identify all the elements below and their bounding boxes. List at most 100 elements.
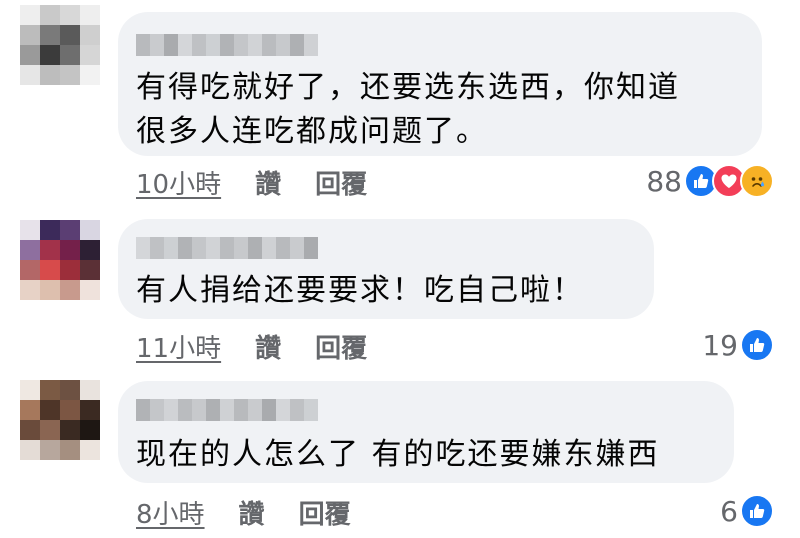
avatar-pixel bbox=[40, 240, 60, 260]
avatar-pixel bbox=[40, 220, 60, 240]
avatar-pixel bbox=[60, 380, 80, 400]
blur-pixel bbox=[304, 34, 318, 56]
blur-pixel bbox=[290, 399, 304, 421]
like-button[interactable]: 讚 bbox=[255, 164, 281, 201]
blur-pixel bbox=[206, 237, 220, 259]
comment-bubble: 有得吃就好了，还要选东选西，你知道 很多人连吃都成问题了。 bbox=[118, 12, 762, 156]
avatar-pixel bbox=[80, 65, 100, 85]
reply-button[interactable]: 回覆 bbox=[299, 494, 351, 531]
blurred-username[interactable] bbox=[136, 34, 318, 56]
blur-pixel bbox=[150, 237, 164, 259]
blur-pixel bbox=[304, 237, 318, 259]
blur-pixel bbox=[192, 237, 206, 259]
avatar-pixel bbox=[60, 420, 80, 440]
comment-bubble: 现在的人怎么了 有的吃还要嫌东嫌西 bbox=[118, 381, 734, 483]
blur-pixel bbox=[164, 237, 178, 259]
comment-text: 有人捐给还要要求！吃自己啦！ bbox=[136, 273, 584, 308]
reaction-count: 6 bbox=[720, 494, 738, 528]
avatar-pixel bbox=[60, 5, 80, 25]
comment-timestamp[interactable]: 10小時 bbox=[136, 164, 221, 201]
avatar-pixel bbox=[20, 260, 40, 280]
avatar[interactable] bbox=[20, 5, 100, 85]
avatar-pixel bbox=[40, 260, 60, 280]
avatar-pixel bbox=[40, 25, 60, 45]
blur-pixel bbox=[290, 237, 304, 259]
blur-pixel bbox=[234, 237, 248, 259]
avatar-pixel bbox=[80, 220, 100, 240]
blur-pixel bbox=[150, 34, 164, 56]
blur-pixel bbox=[150, 399, 164, 421]
blur-pixel bbox=[136, 34, 150, 56]
avatar-pixel bbox=[80, 45, 100, 65]
avatar-pixel bbox=[60, 280, 80, 300]
avatar-pixel bbox=[60, 240, 80, 260]
avatar-pixel bbox=[60, 220, 80, 240]
avatar-pixel bbox=[20, 400, 40, 420]
like-button[interactable]: 讚 bbox=[239, 494, 265, 531]
avatar-pixel bbox=[80, 25, 100, 45]
avatar-pixel bbox=[60, 45, 80, 65]
avatar-pixel bbox=[40, 280, 60, 300]
avatar-pixel bbox=[20, 65, 40, 85]
blur-pixel bbox=[220, 399, 234, 421]
blur-pixel bbox=[164, 34, 178, 56]
avatar-pixel bbox=[20, 380, 40, 400]
avatar-pixel bbox=[40, 5, 60, 25]
blur-pixel bbox=[248, 34, 262, 56]
blurred-username[interactable] bbox=[136, 399, 318, 421]
comment-actions: 10小時 讚 回覆 bbox=[136, 164, 367, 201]
avatar-pixel bbox=[80, 440, 100, 460]
avatar-pixel bbox=[60, 65, 80, 85]
avatar-pixel bbox=[20, 45, 40, 65]
like-button[interactable]: 讚 bbox=[255, 328, 281, 365]
avatar-pixel bbox=[20, 220, 40, 240]
blur-pixel bbox=[192, 34, 206, 56]
reply-button[interactable]: 回覆 bbox=[315, 164, 367, 201]
blur-pixel bbox=[136, 399, 150, 421]
blur-pixel bbox=[248, 237, 262, 259]
reaction-summary[interactable]: 19 bbox=[702, 328, 774, 362]
blurred-username[interactable] bbox=[136, 237, 318, 259]
avatar-pixel bbox=[40, 380, 60, 400]
reaction-count: 19 bbox=[702, 328, 738, 362]
avatar-pixel bbox=[80, 420, 100, 440]
comment-text: 有得吃就好了，还要选东选西，你知道 很多人连吃都成问题了。 bbox=[136, 70, 680, 149]
blur-pixel bbox=[234, 399, 248, 421]
like-icon bbox=[740, 494, 774, 528]
blur-pixel bbox=[220, 237, 234, 259]
blur-pixel bbox=[262, 237, 276, 259]
blur-pixel bbox=[206, 399, 220, 421]
reply-button[interactable]: 回覆 bbox=[315, 328, 367, 365]
reaction-summary[interactable]: 88 bbox=[646, 164, 774, 198]
blur-pixel bbox=[248, 399, 262, 421]
avatar-pixel bbox=[80, 5, 100, 25]
comment-timestamp[interactable]: 8小時 bbox=[136, 494, 205, 531]
avatar[interactable] bbox=[20, 220, 100, 300]
reaction-summary[interactable]: 6 bbox=[720, 494, 774, 528]
blur-pixel bbox=[262, 34, 276, 56]
blur-pixel bbox=[290, 34, 304, 56]
blur-pixel bbox=[192, 399, 206, 421]
blur-pixel bbox=[178, 237, 192, 259]
blur-pixel bbox=[276, 34, 290, 56]
reaction-count: 88 bbox=[646, 164, 682, 198]
comment-timestamp[interactable]: 11小時 bbox=[136, 328, 221, 365]
avatar-pixel bbox=[40, 65, 60, 85]
blur-pixel bbox=[304, 399, 318, 421]
comment-actions: 8小時 讚 回覆 bbox=[136, 494, 351, 531]
comment-actions: 11小時 讚 回覆 bbox=[136, 328, 367, 365]
avatar-pixel bbox=[60, 25, 80, 45]
comment-bubble: 有人捐给还要要求！吃自己啦！ bbox=[118, 219, 654, 319]
blur-pixel bbox=[276, 237, 290, 259]
like-icon bbox=[740, 328, 774, 362]
avatar[interactable] bbox=[20, 380, 100, 460]
avatar-pixel bbox=[80, 260, 100, 280]
avatar-pixel bbox=[20, 5, 40, 25]
avatar-pixel bbox=[80, 400, 100, 420]
avatar-pixel bbox=[60, 260, 80, 280]
avatar-pixel bbox=[80, 380, 100, 400]
blur-pixel bbox=[164, 399, 178, 421]
avatar-pixel bbox=[60, 440, 80, 460]
avatar-pixel bbox=[20, 420, 40, 440]
blur-pixel bbox=[178, 34, 192, 56]
